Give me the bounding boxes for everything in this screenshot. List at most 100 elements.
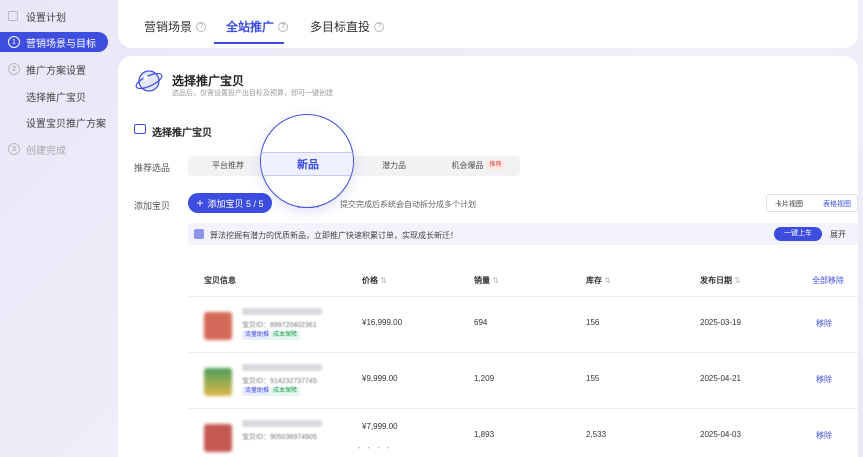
price-cell: ¥7,999.00 bbox=[362, 422, 398, 431]
header-label: 库存 bbox=[586, 276, 602, 285]
stock-cell: 2,533 bbox=[586, 430, 607, 439]
option-potential[interactable]: 潜力品 bbox=[352, 156, 436, 176]
add-product-button[interactable]: + 添加宝贝 5 / 5 bbox=[188, 193, 272, 213]
tab-label: 营销场景 bbox=[144, 20, 193, 34]
product-thumbnail bbox=[204, 368, 232, 396]
expand-link[interactable]: 展开 bbox=[830, 229, 846, 240]
header-divider bbox=[188, 296, 858, 297]
step-number: 3 bbox=[8, 143, 20, 155]
sidebar-item-product-plan[interactable]: 设置宝贝推广方案 bbox=[0, 112, 108, 132]
magnified-option-label[interactable]: 新品 bbox=[261, 156, 353, 172]
plan-icon bbox=[8, 11, 18, 21]
step-number: 1 bbox=[8, 36, 20, 48]
info-icon bbox=[194, 229, 204, 239]
remove-link[interactable]: 移除 bbox=[816, 318, 832, 329]
row-divider bbox=[188, 408, 858, 409]
tab-label: 多目标直投 bbox=[310, 20, 371, 34]
sort-icon: ⇅ bbox=[380, 276, 387, 285]
header-label: 宝贝信息 bbox=[204, 276, 236, 285]
page-subtitle: 选品后，仅需设置投产出目标及预算，即可一键创建 bbox=[172, 90, 333, 97]
view-toggle: 卡片视图 表格视图 bbox=[766, 194, 858, 212]
product-tag: 流量助推 bbox=[242, 387, 273, 396]
product-thumbnail bbox=[204, 424, 232, 452]
plus-icon: + bbox=[196, 196, 204, 210]
recommend-badge: 推荐 bbox=[486, 161, 505, 171]
product-tag: 成本保障 bbox=[270, 387, 301, 396]
table-view-option[interactable]: 表格视图 bbox=[823, 199, 851, 209]
tab-full-site[interactable]: 全站推广 ? bbox=[226, 18, 289, 35]
sales-cell: 1,893 bbox=[474, 430, 495, 439]
remove-link[interactable]: 移除 bbox=[816, 374, 832, 385]
table-row: 宝贝ID：914232737745 流量助推 成本保障 ¥9,999.00 1,… bbox=[188, 354, 858, 406]
planet-icon bbox=[135, 70, 163, 92]
product-id: 宝贝ID：905036974905 bbox=[242, 434, 317, 441]
one-click-button[interactable]: 一键上车 bbox=[774, 227, 822, 241]
sidebar: 设置计划 1 营销场景与目标 2 推广方案设置 选择推广宝贝 设置宝贝推广方案 … bbox=[0, 0, 112, 457]
col-header-info: 宝贝信息 bbox=[204, 275, 236, 286]
sort-icon: ⇅ bbox=[734, 276, 741, 285]
sidebar-item-label: 选择推广宝贝 bbox=[26, 92, 86, 104]
product-name-blurred bbox=[242, 420, 322, 427]
sidebar-item-label: 推广方案设置 bbox=[26, 65, 86, 77]
product-id: 宝贝ID：899720402361 bbox=[242, 322, 317, 329]
notice-text: 算法挖掘有潜力的优质新品，立即推广快速积累订单，实现成长新迁！ bbox=[210, 231, 458, 240]
col-header-price[interactable]: 价格 ⇅ bbox=[362, 275, 387, 286]
sidebar-item-plan[interactable]: 设置计划 bbox=[0, 6, 108, 26]
active-tab-indicator bbox=[214, 42, 284, 44]
notice-banner: 算法挖掘有潜力的优质新品，立即推广快速积累订单，实现成长新迁！ 一键上车 展开 bbox=[188, 223, 858, 245]
product-name-blurred bbox=[242, 308, 322, 315]
help-icon[interactable]: ? bbox=[278, 21, 289, 32]
add-product-label: 添加宝贝 bbox=[134, 201, 171, 211]
sidebar-item-complete[interactable]: 3 创建完成 bbox=[0, 139, 108, 159]
section-title: 选择推广宝贝 bbox=[152, 128, 212, 139]
sidebar-item-label: 设置计划 bbox=[26, 12, 66, 24]
page-title: 选择推广宝贝 bbox=[172, 74, 245, 88]
remove-link[interactable]: 移除 bbox=[816, 430, 832, 441]
sidebar-item-label: 设置宝贝推广方案 bbox=[26, 118, 106, 130]
product-id: 宝贝ID：914232737745 bbox=[242, 378, 317, 385]
date-cell: 2025-03-19 bbox=[700, 318, 741, 327]
row-divider bbox=[188, 352, 858, 353]
product-name-blurred bbox=[242, 364, 322, 371]
sort-icon: ⇅ bbox=[492, 276, 499, 285]
sidebar-item-settings[interactable]: 2 推广方案设置 bbox=[0, 59, 108, 79]
sidebar-item-label: 营销场景与目标 bbox=[26, 38, 96, 50]
split-hint: 提交完成后系统会自动拆分成多个计划 bbox=[340, 200, 476, 209]
header-label: 销量 bbox=[474, 276, 490, 285]
sidebar-item-scenario[interactable]: 1 营销场景与目标 bbox=[0, 32, 108, 52]
col-header-sales[interactable]: 销量 ⇅ bbox=[474, 275, 499, 286]
tab-label: 全站推广 bbox=[226, 20, 275, 34]
stock-cell: 156 bbox=[586, 318, 600, 327]
help-icon[interactable]: ? bbox=[196, 21, 207, 32]
remove-all-link[interactable]: 全部移除 bbox=[812, 275, 844, 286]
sales-cell: 694 bbox=[474, 318, 488, 327]
col-header-stock[interactable]: 库存 ⇅ bbox=[586, 275, 611, 286]
option-platform[interactable]: 平台推荐 bbox=[188, 156, 268, 176]
add-button-label: 添加宝贝 5 / 5 bbox=[207, 198, 264, 209]
recommend-label: 推荐选品 bbox=[134, 163, 171, 173]
header-label: 发布日期 bbox=[700, 276, 732, 285]
tab-marketing-scene[interactable]: 营销场景 ? bbox=[144, 18, 207, 35]
sort-icon: ⇅ bbox=[604, 276, 611, 285]
top-tab-bar: 营销场景 ? 全站推广 ? 多目标直投 ? bbox=[118, 0, 858, 48]
recommend-segmented-control: 平台推荐 新品 潜力品 机会爆品推荐 bbox=[188, 156, 520, 176]
tab-multi-target[interactable]: 多目标直投 ? bbox=[310, 18, 385, 35]
sales-cell: 1,209 bbox=[474, 374, 495, 383]
help-icon[interactable]: ? bbox=[374, 21, 385, 32]
product-tag: 流量助推 bbox=[242, 331, 273, 340]
sidebar-item-label: 创建完成 bbox=[26, 145, 66, 157]
col-header-date[interactable]: 发布日期 ⇅ bbox=[700, 275, 741, 286]
table-row: 宝贝ID：905036974905 ¥7,999.00 • • • • 1,89… bbox=[188, 410, 858, 457]
card-view-option[interactable]: 卡片视图 bbox=[775, 199, 803, 209]
product-tag: 成本保障 bbox=[270, 331, 301, 340]
sidebar-item-select-product[interactable]: 选择推广宝贝 bbox=[0, 86, 108, 106]
step-number: 2 bbox=[8, 63, 20, 75]
main-panel: 选择推广宝贝 选品后，仅需设置投产出目标及预算，即可一键创建 选择推广宝贝 推荐… bbox=[118, 56, 858, 457]
date-cell: 2025-04-21 bbox=[700, 374, 741, 383]
section-icon bbox=[134, 124, 146, 134]
magnifier-highlight: 新品 bbox=[260, 114, 354, 208]
rating-dots: • • • • bbox=[358, 446, 393, 452]
price-cell: ¥9,999.00 bbox=[362, 374, 398, 383]
header-label: 价格 bbox=[362, 276, 378, 285]
option-opportunity[interactable]: 机会爆品 推荐 bbox=[436, 156, 520, 176]
